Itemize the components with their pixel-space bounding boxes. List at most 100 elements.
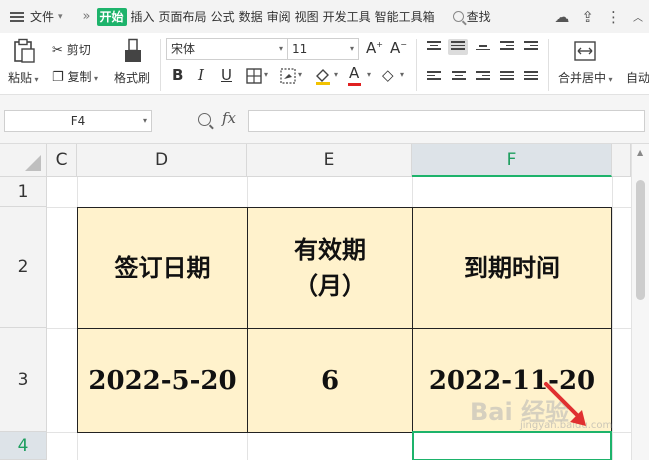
scissors-icon: ✂ — [52, 43, 63, 58]
formula-input[interactable] — [248, 110, 645, 132]
header-validity-line1: 有效期 — [294, 235, 366, 264]
italic-button[interactable]: I — [198, 66, 204, 84]
collapse-ribbon-icon[interactable]: ︿ — [633, 9, 643, 24]
cell-d2[interactable]: 签订日期 — [77, 207, 248, 329]
font-name-select[interactable]: 宋体 ▾ — [166, 38, 288, 60]
tab-review[interactable]: 审阅 — [267, 0, 291, 33]
cell-e2[interactable]: 有效期 （月） — [247, 207, 413, 329]
decrease-indent-icon[interactable] — [500, 41, 514, 53]
tab-page-layout[interactable]: 页面布局 — [159, 0, 207, 33]
tab-home-label: 开始 — [96, 7, 127, 26]
zoom-icon[interactable] — [198, 113, 211, 126]
tab-developer[interactable]: 开发工具 — [323, 0, 371, 33]
name-box[interactable]: F4 ▾ — [4, 110, 152, 132]
font-size-select[interactable]: 11 ▾ — [287, 38, 359, 60]
menu-bar: 文件 ▾ » 开始 插入 页面布局 公式 数据 审阅 视图 开发工具 智能工具箱… — [0, 0, 649, 33]
copy-icon: ❐ — [52, 70, 64, 85]
more-icon[interactable]: ⋮ — [606, 8, 621, 26]
insert-function-icon[interactable]: fx — [222, 109, 236, 127]
header-sign-date: 签订日期 — [114, 253, 211, 282]
eraser-icon[interactable]: ◇ — [382, 66, 394, 84]
copy-label: 复制 — [67, 70, 92, 84]
row-header-2[interactable]: 2 — [0, 207, 47, 328]
align-center-icon[interactable] — [452, 71, 466, 83]
file-menu[interactable]: 文件 ▾ — [0, 0, 63, 33]
paste-icon[interactable] — [12, 38, 36, 64]
select-all-corner[interactable] — [0, 144, 47, 177]
column-header-c[interactable]: C — [47, 144, 77, 177]
validity-value: 6 — [320, 365, 340, 396]
distributed-icon[interactable] — [524, 71, 538, 83]
align-right-icon[interactable] — [476, 71, 490, 83]
title-right-icons: ☁ ⇪ ⋮ ︿ — [554, 0, 643, 33]
column-header-d[interactable]: D — [77, 144, 247, 177]
decrease-font-icon[interactable]: A− — [390, 39, 407, 57]
cell-style-icon[interactable] — [280, 68, 296, 84]
merge-center-label: 合并居中 — [558, 71, 607, 85]
font-name-value: 宋体 — [171, 42, 196, 56]
increase-font-icon[interactable]: A+ — [366, 39, 383, 57]
paste-button[interactable]: 粘贴 ▾ — [8, 69, 39, 86]
scroll-up-icon[interactable]: ▲ — [637, 148, 643, 157]
chevron-down-icon[interactable]: ▾ — [400, 70, 404, 79]
fill-color-icon[interactable] — [314, 67, 332, 85]
merge-center-button[interactable]: 合并居中 ▾ — [558, 69, 613, 86]
align-left-icon[interactable] — [427, 71, 441, 83]
tab-data[interactable]: 数据 — [239, 0, 263, 33]
annotation-arrow-icon — [544, 382, 586, 426]
tab-smart-toolbox[interactable]: 智能工具箱 — [375, 0, 435, 33]
cell-e3[interactable]: 6 — [247, 328, 413, 433]
font-color-letter: A — [349, 64, 360, 82]
column-header-e[interactable]: E — [247, 144, 412, 177]
font-color-button[interactable]: A — [348, 64, 361, 86]
header-validity-line2: （月） — [294, 271, 366, 300]
column-header-g[interactable] — [612, 144, 631, 177]
justify-icon[interactable] — [500, 71, 514, 83]
ribbon-divider — [416, 39, 417, 91]
chevron-down-icon[interactable]: ▾ — [298, 70, 302, 79]
align-middle-icon[interactable] — [448, 39, 468, 55]
align-top-icon[interactable] — [427, 41, 441, 53]
hamburger-icon — [10, 11, 24, 22]
chevron-down-icon[interactable]: ▾ — [334, 70, 338, 79]
bold-button[interactable]: B — [172, 66, 183, 84]
align-bottom-icon[interactable] — [476, 45, 490, 57]
cut-button[interactable]: ✂ 剪切 — [52, 41, 91, 58]
cut-label: 剪切 — [66, 43, 91, 57]
border-icon[interactable] — [246, 68, 262, 84]
chevron-down-icon: ▾ — [142, 116, 147, 125]
column-header-f[interactable]: F — [412, 144, 612, 177]
ribbon: 粘贴 ▾ ✂ 剪切 ❐ 复制 ▾ 格式刷 宋体 ▾ 11 ▾ A+ A− B I… — [0, 33, 649, 95]
active-cell-f4[interactable] — [412, 431, 612, 460]
row-header-4[interactable]: 4 — [0, 432, 47, 460]
cell-reference: F4 — [70, 114, 86, 128]
scrollbar-thumb[interactable] — [636, 180, 645, 300]
chevron-down-icon[interactable]: ▾ — [264, 70, 268, 79]
search-label: 查找 — [466, 10, 491, 24]
cell-d3[interactable]: 2022-5-20 — [77, 328, 248, 433]
cloud-icon[interactable]: ☁ — [554, 8, 569, 26]
ribbon-divider — [548, 39, 549, 91]
underline-button[interactable]: U — [221, 66, 232, 84]
gridline — [612, 177, 613, 460]
merge-center-icon[interactable] — [574, 41, 596, 61]
vertical-scrollbar[interactable]: ▲ — [631, 144, 649, 460]
search-box[interactable]: 查找 — [452, 0, 491, 33]
format-painter-icon[interactable] — [122, 38, 144, 64]
tab-view[interactable]: 视图 — [295, 0, 319, 33]
row-header-3[interactable]: 3 — [0, 328, 47, 432]
tab-insert[interactable]: 插入 — [131, 0, 155, 33]
copy-button[interactable]: ❐ 复制 ▾ — [52, 68, 98, 85]
share-icon[interactable]: ⇪ — [581, 8, 594, 26]
tab-formulas[interactable]: 公式 — [211, 0, 235, 33]
cell-f2[interactable]: 到期时间 — [412, 207, 612, 329]
row-header-1[interactable]: 1 — [0, 177, 47, 207]
auto-wrap-button[interactable]: 自动 — [626, 69, 649, 86]
chevron-down-icon: ▾ — [278, 44, 283, 53]
format-painter-button[interactable]: 格式刷 — [114, 69, 150, 86]
tab-home[interactable]: 开始 — [96, 0, 127, 33]
more-tabs-button[interactable]: » — [63, 0, 97, 33]
increase-indent-icon[interactable] — [524, 41, 538, 53]
chevron-down-icon[interactable]: ▾ — [367, 70, 371, 79]
format-painter-label: 格式刷 — [114, 71, 151, 85]
